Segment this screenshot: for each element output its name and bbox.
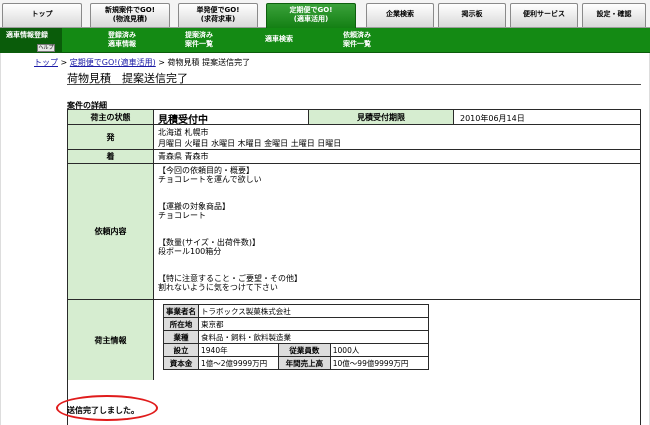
employees-label: 従業員数 (278, 343, 331, 357)
case-detail-table: 荷主の状態 見積受付中 見積受付期限 2010年06月14日 発 北海道 札幌市… (67, 109, 641, 425)
tab-bulletin-board[interactable]: 掲示板 (438, 3, 506, 27)
capital-label: 資本金 (163, 356, 199, 370)
request-content: 【今回の依頼目的・概要】 チョコレートを運んで欲しい 【運搬の対象商品】 チョコ… (158, 166, 302, 292)
request-line: チョコレート (158, 211, 206, 220)
shipper-row: 荷主情報 事業者名 トラボックス製菓株式会社 所在地 東京都 業種 食料品・飼料… (68, 300, 640, 380)
breadcrumb-separator: > (60, 58, 68, 67)
shipper-label: 荷主情報 (68, 300, 154, 380)
origin-days: 月曜日 火曜日 水曜日 木曜日 金曜日 土曜日 日曜日 (158, 139, 342, 148)
location-label: 所在地 (163, 317, 199, 331)
tab-new-logistics-quote[interactable]: 新規案件でGO! (物流見積) (90, 3, 170, 27)
sub-navigation: 適車情報登録 ヘルプ 登録済み 適車情報 提案済み 案件一覧 適車検索 依頼済み… (0, 28, 650, 53)
breadcrumb-home-link[interactable]: トップ (34, 58, 58, 67)
industry-label: 業種 (163, 330, 199, 344)
subnav-registered-vehicles[interactable]: 登録済み 適車情報 (108, 31, 136, 49)
status-value: 見積受付中 (158, 115, 208, 126)
tab-company-search[interactable]: 企業検索 (366, 3, 434, 27)
tab-useful-services[interactable]: 便利サービス (510, 3, 578, 27)
request-label: 依頼内容 (68, 164, 154, 299)
top-navigation: トップ 新規案件でGO! (物流見積) 単発便でGO! (求荷求車) 定期便でG… (0, 0, 650, 29)
table-row: 業種 食料品・飼料・飲料製造業 (163, 330, 429, 344)
subnav-label: 適車情報登録 (6, 31, 48, 39)
table-row: 資本金 1億～2億9999万円 年間売上高 10億～99億9999万円 (163, 356, 430, 370)
subnav-proposed-cases[interactable]: 提案済み 案件一覧 (185, 31, 213, 49)
industry-value: 食料品・飼料・飲料製造業 (198, 330, 429, 344)
founded-value: 1940年 (198, 343, 279, 357)
request-row: 依頼内容 【今回の依頼目的・概要】 チョコレートを運んで欲しい 【運搬の対象商品… (68, 164, 640, 300)
main-content: トップ > 定期便でGO!(適車活用) > 荷物見積 提案送信完了 荷物見積 提… (0, 53, 650, 425)
deadline-value: 2010年06月14日 (460, 114, 525, 123)
breadcrumb-current: 荷物見積 提案送信完了 (167, 58, 251, 67)
request-line: 【運搬の対象商品】 (158, 202, 230, 211)
title-divider (67, 84, 641, 85)
table-row: 設立 1940年 従業員数 1000人 (163, 343, 430, 357)
origin-location: 北海道 札幌市 (158, 128, 209, 137)
breadcrumb-separator: > (158, 58, 165, 67)
deadline-label: 見積受付期限 (308, 110, 454, 124)
request-line: 段ボール100箱分 (158, 247, 222, 256)
status-row: 荷主の状態 見積受付中 見積受付期限 2010年06月14日 (68, 110, 640, 126)
origin-value: 北海道 札幌市 月曜日 火曜日 水曜日 木曜日 金曜日 土曜日 日曜日 (158, 127, 341, 149)
subnav-vehicle-search[interactable]: 適車検索 (265, 35, 293, 44)
shipper-info-table: 事業者名 トラボックス製菓株式会社 所在地 東京都 業種 食料品・飼料・飲料製造… (163, 304, 430, 370)
help-button[interactable]: ヘルプ (37, 44, 55, 52)
request-line: 【数量(サイズ・出荷件数)】 (158, 238, 261, 247)
completion-message: 送信完了しました。 (67, 406, 139, 415)
employees-value: 1000人 (329, 343, 430, 357)
table-row: 所在地 東京都 (163, 317, 429, 331)
capital-value: 1億～2億9999万円 (198, 356, 279, 370)
founded-label: 設立 (163, 343, 199, 357)
tab-settings[interactable]: 設定・確認 (582, 3, 646, 27)
tab-regular-route[interactable]: 定期便でGO! (適車活用) (266, 3, 356, 29)
tab-top[interactable]: トップ (2, 3, 82, 27)
status-label: 荷主の状態 (68, 110, 154, 124)
company-label: 事業者名 (163, 304, 199, 318)
tab-single-trip[interactable]: 単発便でGO! (求荷求車) (178, 3, 258, 27)
destination-label: 着 (68, 150, 154, 163)
breadcrumb-section-link[interactable]: 定期便でGO!(適車活用) (70, 58, 156, 67)
destination-value: 青森県 青森市 (158, 152, 209, 161)
request-line: 【今回の依頼目的・概要】 (158, 166, 254, 175)
request-line: 【特に注意すること・ご要望・その他】 (158, 274, 302, 283)
tab-label: 新規案件でGO! (物流見積) (105, 6, 155, 23)
location-value: 東京都 (198, 317, 429, 331)
origin-label: 発 (68, 125, 154, 149)
subnav-requested-cases[interactable]: 依頼済み 案件一覧 (343, 31, 371, 49)
tab-label: 単発便でGO! (求荷求車) (196, 6, 240, 23)
origin-row: 発 北海道 札幌市 月曜日 火曜日 水曜日 木曜日 金曜日 土曜日 日曜日 (68, 125, 640, 150)
tab-label: 定期便でGO! (適車活用) (289, 6, 333, 23)
breadcrumb: トップ > 定期便でGO!(適車活用) > 荷物見積 提案送信完了 (34, 57, 250, 68)
sales-label: 年間売上高 (278, 356, 331, 370)
company-value: トラボックス製菓株式会社 (198, 304, 429, 318)
request-spacer (158, 256, 302, 274)
request-line: チョコレートを運んで欲しい (158, 175, 262, 184)
request-line: 割れないように気をつけて下さい (158, 283, 278, 292)
destination-row: 着 青森県 青森市 (68, 150, 640, 164)
sales-value: 10億～99億9999万円 (329, 356, 430, 370)
request-spacer (158, 184, 302, 202)
request-spacer (158, 220, 302, 238)
table-row: 事業者名 トラボックス製菓株式会社 (163, 304, 429, 318)
